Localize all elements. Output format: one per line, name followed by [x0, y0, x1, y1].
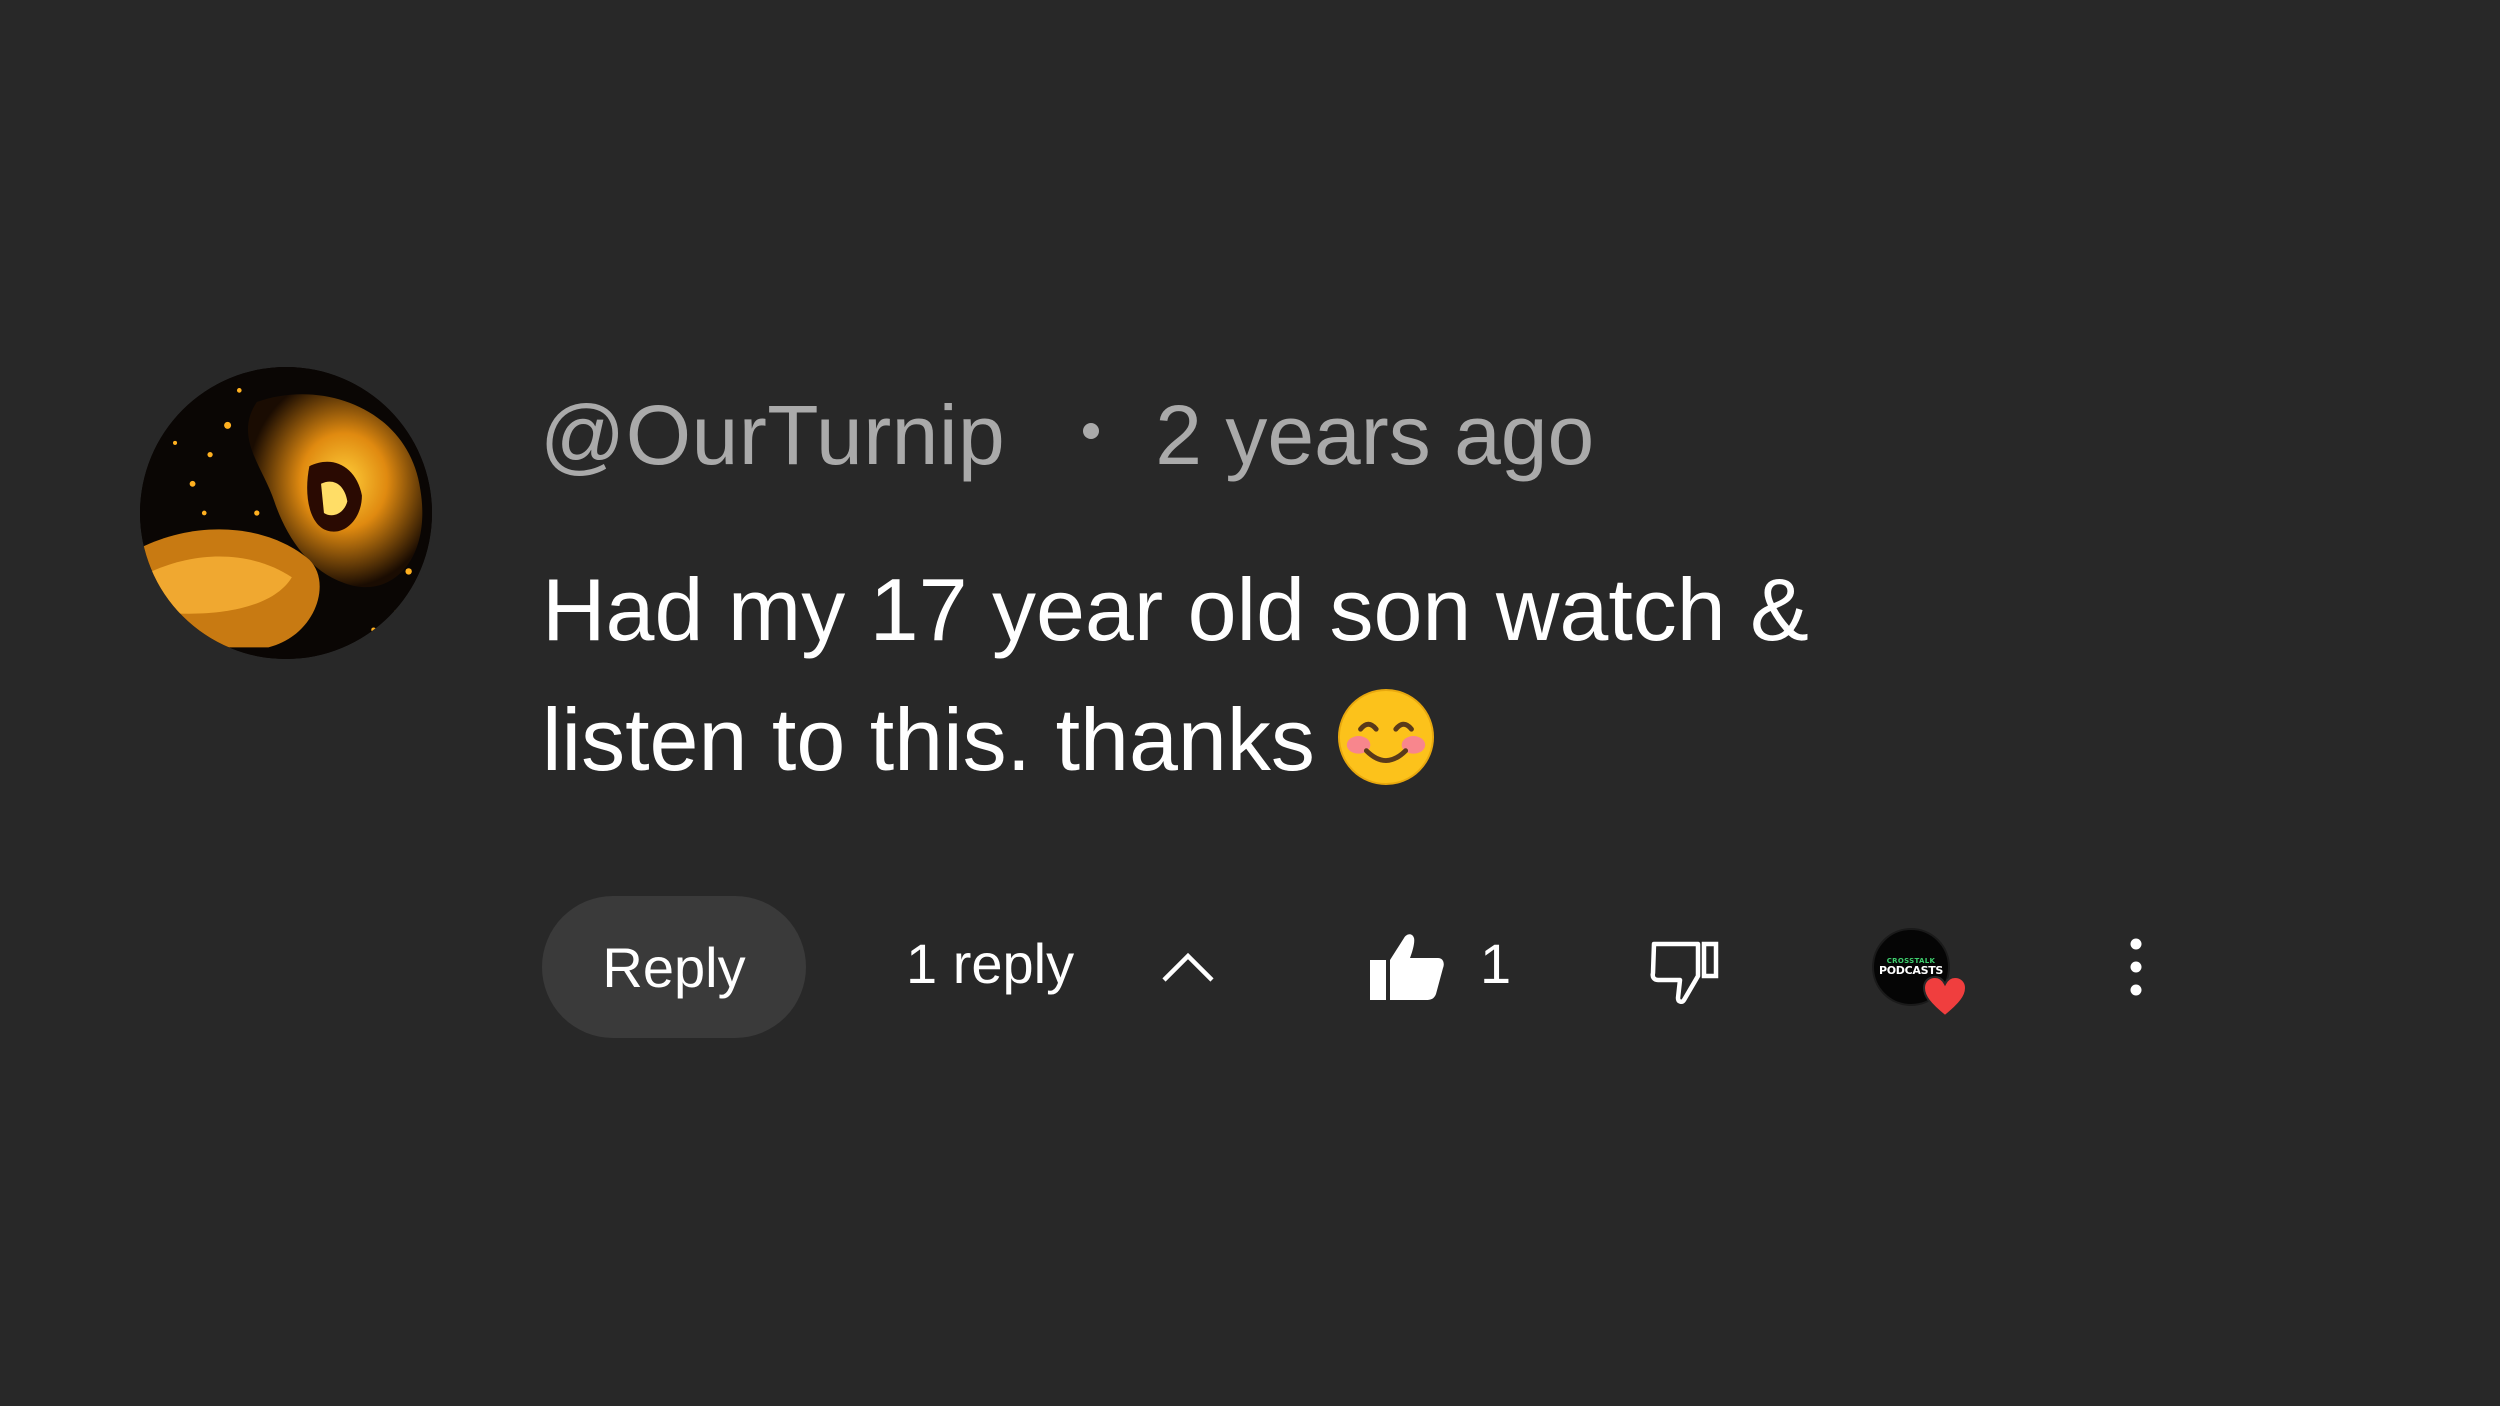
comment-text-line-2-text: listen to this. thanks: [542, 690, 1315, 789]
lion-avatar-image: [140, 367, 432, 659]
author-name[interactable]: @OurTurnip: [540, 387, 1005, 484]
thumbs-up-icon[interactable]: [1368, 932, 1446, 1002]
smiling-face-emoji-icon: [1337, 688, 1435, 786]
thumbs-down-icon[interactable]: [1650, 940, 1720, 1006]
comment-header: @OurTurnip 2 years ago: [540, 380, 1594, 490]
reply-button[interactable]: Reply: [542, 896, 806, 1038]
creator-heart-badge[interactable]: CROSSTALK PODCASTS: [1872, 928, 1972, 1028]
author-avatar[interactable]: [140, 367, 432, 659]
comment-item: @OurTurnip 2 years ago Had my 17 year ol…: [0, 0, 2500, 1406]
separator-dot: [1083, 423, 1100, 439]
comment-text-line-1: Had my 17 year old son watch &: [542, 560, 1809, 659]
chevron-up-icon[interactable]: [1158, 942, 1218, 990]
comment-timestamp[interactable]: 2 years ago: [1155, 387, 1594, 484]
comment-text-line-2: listen to this. thanks: [542, 675, 2042, 805]
more-vertical-icon[interactable]: [2118, 936, 2154, 998]
heart-icon: [1922, 975, 1968, 1018]
comment-text: Had my 17 year old son watch & listen to…: [542, 545, 2042, 805]
replies-toggle[interactable]: 1 reply: [906, 928, 1074, 1000]
like-count: 1: [1480, 932, 1512, 995]
